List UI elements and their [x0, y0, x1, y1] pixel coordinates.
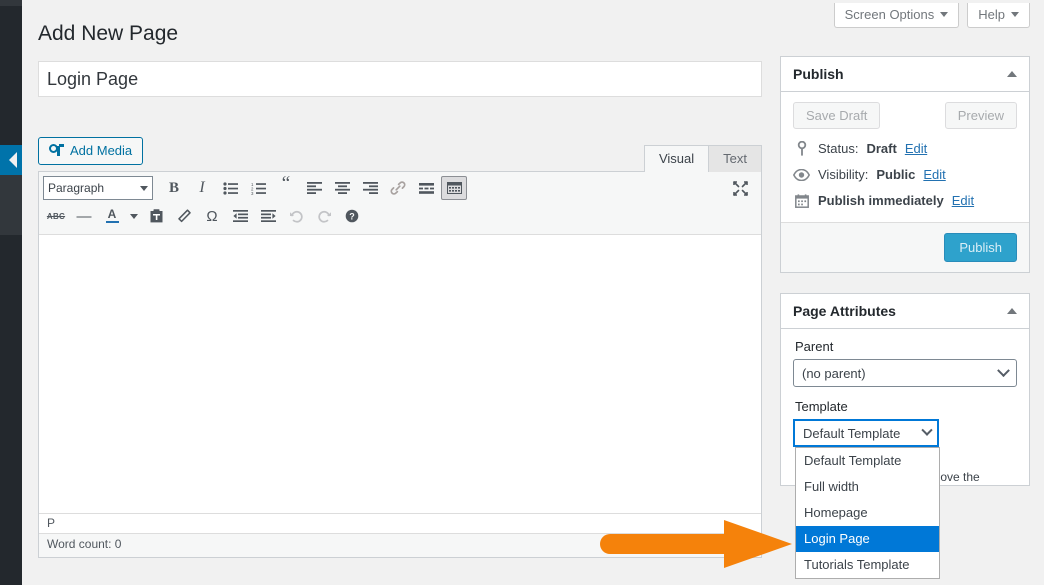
text-color-dropdown-icon[interactable]: [127, 204, 141, 228]
template-select-value: Default Template: [803, 425, 901, 441]
visibility-edit-link[interactable]: Edit: [923, 167, 945, 182]
italic-icon[interactable]: I: [189, 176, 215, 200]
chevron-up-icon[interactable]: [1007, 71, 1017, 77]
tab-text[interactable]: Text: [708, 145, 762, 173]
chevron-down-icon: [921, 424, 933, 436]
template-option-default-template[interactable]: Default Template: [796, 448, 939, 474]
svg-text:?: ?: [349, 212, 355, 222]
page-attributes-header[interactable]: Page Attributes: [781, 294, 1029, 329]
status-value: Draft: [866, 141, 897, 156]
post-title-input[interactable]: [38, 61, 762, 98]
chevron-down-icon: [997, 363, 1010, 377]
publish-panel-body: Save Draft Preview Status: Draft Edit Vi…: [781, 92, 1029, 222]
main-content-column: Add New Page Add Media Visual Text Parag…: [22, 0, 780, 585]
visibility-value: Public: [876, 167, 916, 182]
order-help-text: above the: [927, 470, 980, 484]
editor-tools-row: Add Media Visual Text: [38, 137, 762, 173]
pin-icon: [793, 141, 810, 156]
paste-as-text-icon[interactable]: [143, 204, 169, 228]
publish-button[interactable]: Publish: [944, 233, 1017, 262]
admin-rail-submenu-segment[interactable]: [0, 175, 22, 235]
editor-mode-tabs: Visual Text: [643, 145, 762, 173]
calendar-icon: [793, 193, 810, 208]
tab-visual[interactable]: Visual: [643, 145, 710, 173]
save-draft-button[interactable]: Save Draft: [793, 102, 881, 129]
word-count: Word count: 0: [47, 537, 122, 552]
paragraph-format-value: Paragraph: [48, 181, 105, 196]
read-more-icon[interactable]: [413, 176, 439, 200]
chevron-up-icon[interactable]: [1007, 308, 1017, 314]
decrease-indent-icon[interactable]: [227, 204, 253, 228]
bold-icon[interactable]: B: [161, 176, 187, 200]
undo-icon[interactable]: [283, 204, 309, 228]
strikethrough-icon[interactable]: ABC: [43, 204, 69, 228]
align-right-icon[interactable]: [357, 176, 383, 200]
toolbar-toggle-icon[interactable]: [441, 176, 467, 201]
template-dropdown-list[interactable]: Default Template Full width Homepage Log…: [795, 447, 940, 579]
template-option-tutorials-template[interactable]: Tutorials Template: [796, 552, 939, 578]
template-option-homepage[interactable]: Homepage: [796, 500, 939, 526]
increase-indent-icon[interactable]: [255, 204, 281, 228]
schedule-edit-link[interactable]: Edit: [952, 193, 974, 208]
title-field-wrapper: [38, 61, 762, 98]
numbered-list-icon[interactable]: 1 2 3: [245, 176, 271, 200]
add-media-icon: [49, 144, 64, 157]
menu-flyout-arrow-icon: [9, 152, 17, 168]
schedule-row: Publish immediately Edit: [793, 193, 1017, 208]
keyboard-shortcuts-help-icon[interactable]: ?: [339, 204, 365, 228]
preview-button[interactable]: Preview: [944, 102, 1017, 129]
toolbar-row-2: ABC — A Ω ?: [43, 202, 757, 230]
chevron-down-icon: [140, 185, 148, 191]
add-media-label: Add Media: [70, 143, 133, 159]
parent-select[interactable]: (no parent): [793, 359, 1017, 387]
template-option-login-page[interactable]: Login Page: [796, 526, 939, 552]
horizontal-rule-icon[interactable]: —: [71, 204, 97, 228]
svg-text:3: 3: [251, 191, 254, 195]
fullscreen-icon[interactable]: [727, 176, 753, 200]
bulleted-list-icon[interactable]: [217, 176, 243, 200]
text-color-icon[interactable]: A: [99, 204, 125, 228]
align-left-icon[interactable]: [301, 176, 327, 200]
add-media-button[interactable]: Add Media: [38, 137, 144, 166]
admin-sidebar-rail[interactable]: [0, 0, 22, 585]
paragraph-format-select[interactable]: Paragraph: [43, 176, 153, 201]
template-label: Template: [795, 399, 848, 414]
publish-panel-footer: Publish: [781, 222, 1029, 272]
insert-link-icon[interactable]: [385, 176, 411, 200]
editor-container: Paragraph B I 1 2 3 “ ABC — A Ω ? P Word…: [38, 171, 762, 559]
orange-arrow: [600, 520, 792, 568]
visibility-row: Visibility: Public Edit: [793, 167, 1017, 182]
publish-panel-header[interactable]: Publish: [781, 57, 1029, 92]
align-center-icon[interactable]: [329, 176, 355, 200]
tab-visual-label: Visual: [658, 151, 695, 167]
template-select-wrapper: Default Template Default Template Full w…: [793, 419, 1017, 579]
editor-content-area[interactable]: [39, 235, 761, 514]
page-attributes-title: Page Attributes: [793, 303, 896, 319]
publish-panel-title: Publish: [793, 66, 844, 82]
status-label: Status:: [818, 141, 859, 156]
redo-icon[interactable]: [311, 204, 337, 228]
page-attributes-panel: Page Attributes Parent (no parent) Templ…: [780, 293, 1030, 579]
page-title: Add New Page: [38, 22, 179, 45]
schedule-label: Publish immediately: [818, 193, 944, 208]
parent-label: Parent: [795, 339, 834, 354]
visibility-label: Visibility:: [818, 167, 869, 182]
template-option-full-width[interactable]: Full width: [796, 474, 939, 500]
eye-icon: [793, 168, 810, 181]
blockquote-icon[interactable]: “: [273, 174, 299, 200]
admin-rail-top-segment: [0, 0, 22, 6]
special-character-icon[interactable]: Ω: [199, 204, 225, 228]
publish-actions-row: Save Draft Preview: [793, 102, 1017, 129]
sidebar-column: Publish Save Draft Preview Status: Draft…: [780, 0, 1044, 585]
toolbar-row-1: Paragraph B I 1 2 3 “: [43, 174, 757, 202]
status-row: Status: Draft Edit: [793, 141, 1017, 156]
clear-formatting-icon[interactable]: [171, 204, 197, 228]
parent-select-value: (no parent): [802, 365, 866, 381]
page-attributes-body: Parent (no parent) Template Default Temp…: [781, 329, 1029, 579]
editor-toolbar: Paragraph B I 1 2 3 “ ABC — A Ω ?: [39, 172, 761, 236]
tab-text-label: Text: [723, 151, 747, 167]
status-edit-link[interactable]: Edit: [905, 141, 927, 156]
template-select[interactable]: Default Template: [793, 419, 939, 447]
publish-panel: Publish Save Draft Preview Status: Draft…: [780, 56, 1030, 273]
